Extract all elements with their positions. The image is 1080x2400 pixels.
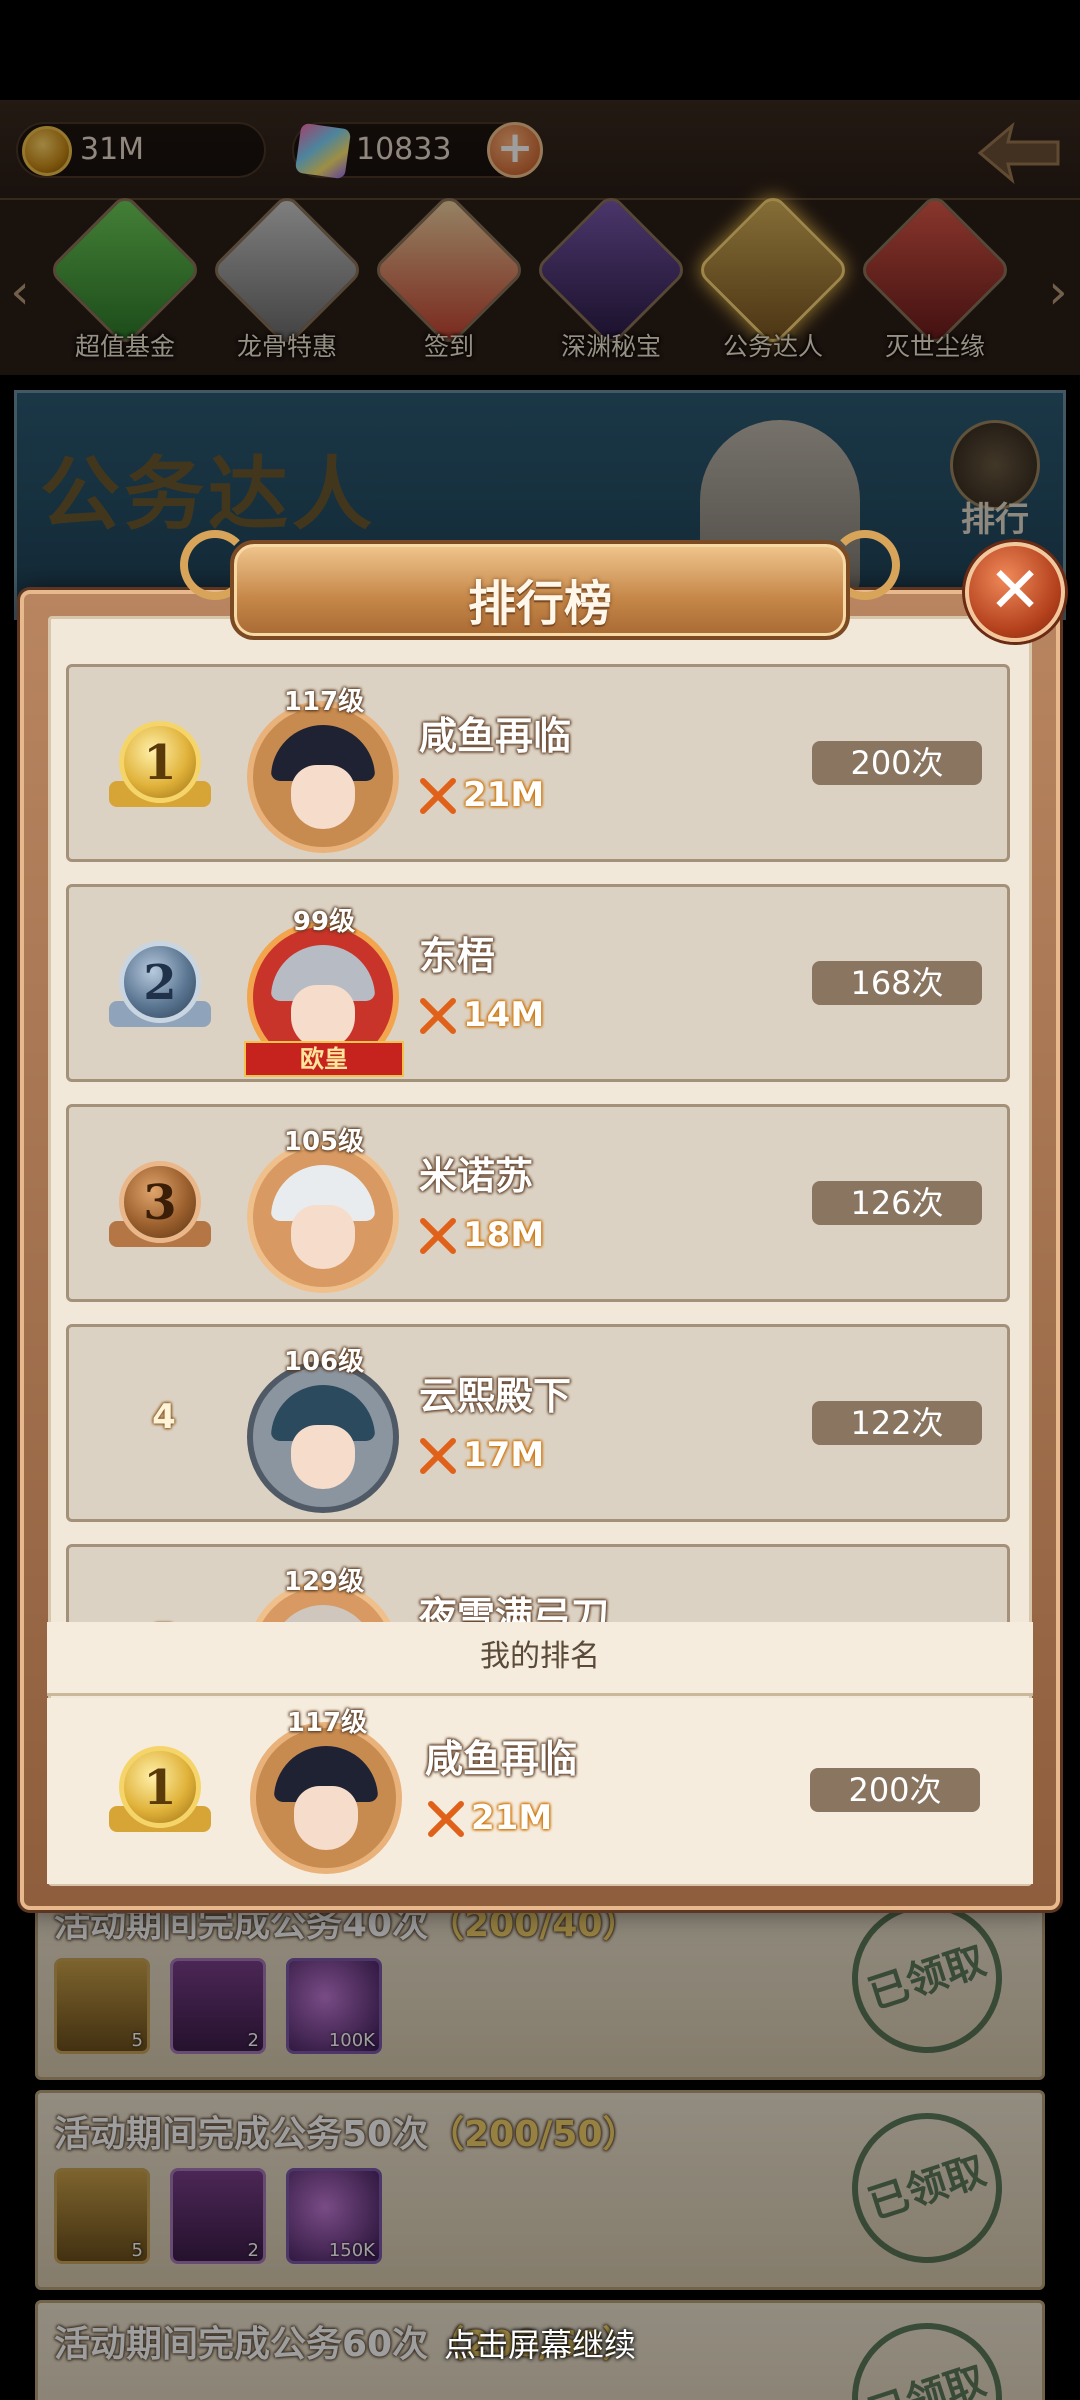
player-name: 咸鱼再临: [425, 1737, 578, 1781]
duty-count: 200次: [812, 741, 982, 785]
silver-medal-icon: 2: [109, 931, 211, 1041]
leaderboard-list[interactable]: 1 117级 咸鱼再临 21M 200次 2 99级 欧皇 东梧 14M 168…: [46, 650, 1036, 1622]
player-name: 米诺苏: [419, 1154, 534, 1198]
leaderboard-title: 排行榜: [467, 576, 612, 632]
crossed-swords-icon: [420, 1438, 456, 1474]
level-tag: 129级: [283, 1567, 365, 1597]
duty-count: 122次: [812, 1401, 982, 1445]
leaderboard-row[interactable]: 2 99级 欧皇 东梧 14M 168次: [66, 884, 1010, 1082]
rank-number: 4: [152, 1397, 176, 1437]
player-name: 东梧: [419, 934, 496, 978]
player-name: 咸鱼再临: [419, 714, 572, 758]
avatar[interactable]: 106级: [239, 1341, 409, 1516]
avatar[interactable]: 117级: [239, 681, 409, 856]
player-name: 夜雪满弓刀: [419, 1594, 610, 1622]
avatar[interactable]: 117级: [242, 1702, 412, 1877]
level-tag: 99级: [292, 907, 356, 937]
my-rank-row[interactable]: 1 117级 咸鱼再临 21M 200次: [47, 1698, 1033, 1884]
crossed-swords-icon: [420, 778, 456, 814]
level-tag: 117级: [286, 1708, 368, 1738]
power-value: 18M: [463, 1215, 545, 1255]
avatar[interactable]: 129级: [239, 1561, 409, 1622]
power-value: 21M: [463, 775, 545, 815]
duty-count: 200次: [810, 1768, 980, 1812]
leaderboard-row[interactable]: 3 105级 米诺苏 18M 126次: [66, 1104, 1010, 1302]
avatar[interactable]: 99级 欧皇: [239, 901, 409, 1077]
tap-to-continue-hint: 点击屏幕继续: [443, 2326, 636, 2364]
title-ribbon: 欧皇: [244, 1041, 404, 1077]
level-tag: 106级: [283, 1347, 365, 1377]
duty-count: 126次: [812, 1181, 982, 1225]
gold-medal-icon: 1: [109, 711, 211, 821]
leaderboard-row[interactable]: 4 106级 云熙殿下 17M 122次: [66, 1324, 1010, 1522]
level-tag: 105级: [283, 1127, 365, 1157]
avatar[interactable]: 105级: [239, 1121, 409, 1296]
level-tag: 117级: [283, 687, 365, 717]
bronze-medal-icon: 3: [109, 1151, 211, 1261]
power-value: 21M: [471, 1798, 553, 1838]
leaderboard-row[interactable]: 5 129级 夜雪满弓刀: [66, 1544, 1010, 1622]
crossed-swords-icon: [420, 1218, 456, 1254]
power-value: 17M: [463, 1435, 545, 1475]
player-name: 云熙殿下: [419, 1374, 572, 1418]
power-value: 14M: [463, 995, 545, 1035]
crossed-swords-icon: [428, 1801, 464, 1837]
leaderboard-row[interactable]: 1 117级 咸鱼再临 21M 200次: [66, 664, 1010, 862]
my-rank-label: 我的排名: [47, 1622, 1033, 1696]
crossed-swords-icon: [420, 998, 456, 1034]
gold-medal-icon: 1: [109, 1736, 211, 1846]
leaderboard-header: 排行榜: [180, 530, 900, 650]
duty-count: 168次: [812, 961, 982, 1005]
close-button[interactable]: ✕: [965, 542, 1065, 642]
